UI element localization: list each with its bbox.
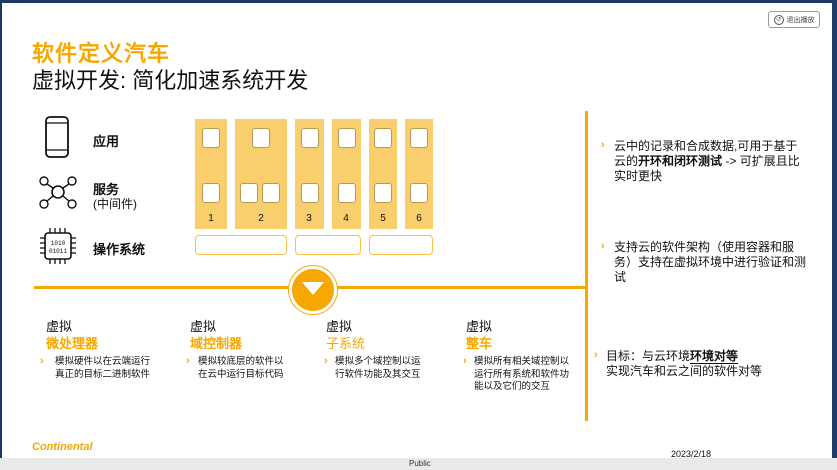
chevron-right-icon: › [601, 240, 605, 252]
point-emphasis: 环境对等 [690, 349, 739, 364]
right-point-2: 支持云的软件架构（使用容器和服务）支持在虚拟环境中进行验证和测试 [614, 240, 807, 284]
svg-text:1010: 1010 [51, 240, 66, 247]
right-point-1: 云中的记录和合成数据,可用于基于云的开环和闭环测试 -> 可扩展且比实时更快 [614, 139, 809, 184]
column-number: 1 [208, 213, 214, 224]
chevron-right-icon: › [601, 139, 605, 151]
software-column-4: 4 [332, 119, 361, 229]
point-emphasis: 开环和闭环测试 [638, 154, 723, 168]
point-text: 实现汽车和云之间的软件对等 [606, 364, 763, 378]
stage-description: 模拟所有相关域控制以运行所有系统和软件功能以及它们的交互 [474, 356, 570, 392]
layer-label-app: 应用 [93, 134, 120, 149]
column-number: 4 [343, 213, 349, 224]
chevron-down-icon [302, 282, 324, 295]
os-slot [295, 235, 361, 255]
right-point-3: 目标：与云环境环境对等 实现汽车和云之间的软件对等 [606, 349, 806, 379]
software-column-6: 6 [405, 119, 433, 229]
network-nodes-icon [39, 176, 77, 209]
chevron-right-icon: › [186, 355, 190, 367]
chevron-right-icon: › [463, 355, 467, 367]
column-number: 6 [416, 213, 422, 224]
layer-sublabel-middleware: (中间件) [93, 197, 137, 211]
smartphone-icon [45, 116, 69, 158]
chevron-right-icon: › [40, 355, 44, 367]
service-block [240, 183, 258, 203]
stage-title-vehicle: 整车 [466, 336, 493, 351]
stage-title-microprocessor: 微处理器 [46, 336, 99, 351]
app-block [374, 128, 392, 148]
stage-title-domain-controller: 域控制器 [190, 336, 243, 351]
exit-slideshow-button[interactable]: ↺ 退出播放 [768, 11, 820, 28]
service-block [202, 183, 220, 203]
exit-slideshow-label: 退出播放 [786, 16, 815, 24]
continental-logo: Continental [32, 441, 93, 453]
app-block [338, 128, 356, 148]
app-block [301, 128, 319, 148]
app-block [252, 128, 270, 148]
classification-label: Public [409, 459, 431, 468]
chevron-right-icon: › [594, 349, 598, 361]
svg-text:01011: 01011 [49, 248, 67, 255]
slide-subtitle: 虚拟开发: 简化加速系统开发 [32, 68, 309, 93]
point-text: 目标：与云环境 [606, 349, 691, 363]
software-column-2: 2 [235, 119, 287, 229]
presentation-slide: ↺ 退出播放 软件定义汽车 虚拟开发: 简化加速系统开发 应用 服务 (中间件)… [2, 3, 832, 459]
service-block [262, 183, 280, 203]
software-column-1: 1 [195, 119, 227, 229]
down-arrow-badge [289, 266, 337, 314]
column-number: 5 [380, 213, 386, 224]
app-block [410, 128, 428, 148]
service-block [338, 183, 356, 203]
column-number: 2 [258, 213, 264, 224]
exit-icon: ↺ [773, 14, 784, 25]
software-column-3: 3 [295, 119, 324, 229]
stage-description: 模拟硬件以在云端运行真正的目标二进制软件 [55, 356, 151, 380]
cpu-chip-icon: 1010 01011 [40, 228, 76, 264]
stage-title-subsystem: 子系统 [326, 336, 366, 351]
service-block [301, 183, 319, 203]
software-column-5: 5 [369, 119, 397, 229]
vertical-divider [585, 111, 588, 421]
service-block [410, 183, 428, 203]
os-slot [369, 235, 433, 255]
stage-description: 模拟多个域控制以运行软件功能及其交互 [335, 356, 421, 380]
column-number: 3 [306, 213, 312, 224]
layer-label-os: 操作系统 [93, 242, 146, 257]
chevron-right-icon: › [324, 355, 328, 367]
service-block [374, 183, 392, 203]
app-block [202, 128, 220, 148]
os-slot [195, 235, 287, 255]
stage-description: 模拟较底层的软件以在云中运行目标代码 [198, 356, 284, 380]
